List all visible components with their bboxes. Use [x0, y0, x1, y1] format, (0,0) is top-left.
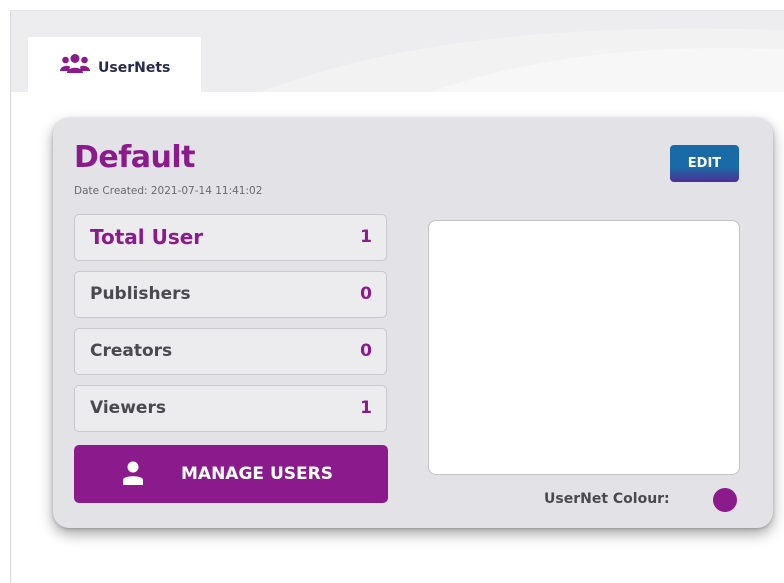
- stat-creators: Creators 0: [74, 328, 387, 375]
- usernet-preview-box: [428, 220, 740, 475]
- stat-total-user: Total User 1: [74, 214, 387, 261]
- stat-label: Publishers: [90, 284, 191, 304]
- user-icon: [123, 461, 143, 485]
- stat-value: 0: [360, 341, 372, 361]
- edit-button[interactable]: EDIT: [670, 145, 739, 182]
- stat-publishers: Publishers 0: [74, 271, 387, 318]
- stat-label: Total User: [90, 225, 204, 249]
- stat-label: Creators: [90, 341, 173, 361]
- tab-usernets-label: UserNets: [98, 60, 171, 76]
- usernet-card: Default Date Created: 2021-07-14 11:41:0…: [53, 118, 773, 528]
- tab-usernets[interactable]: UserNets: [28, 37, 201, 92]
- usernets-panel: UserNets Default Date Created: 2021-07-1…: [10, 10, 784, 583]
- tab-content: Default Date Created: 2021-07-14 11:41:0…: [11, 92, 784, 583]
- usernet-colour-swatch[interactable]: [713, 488, 737, 512]
- usernet-name: Default: [74, 140, 196, 175]
- stat-viewers: Viewers 1: [74, 385, 387, 432]
- date-created: Date Created: 2021-07-14 11:41:02: [74, 185, 263, 197]
- usernet-colour-label: UserNet Colour:: [544, 491, 670, 507]
- stat-value: 0: [360, 284, 372, 304]
- manage-users-label: MANAGE USERS: [181, 464, 333, 484]
- stat-value: 1: [360, 227, 372, 247]
- manage-users-button[interactable]: MANAGE USERS: [74, 445, 388, 503]
- stat-value: 1: [360, 398, 372, 418]
- users-group-icon: [60, 54, 90, 73]
- stat-label: Viewers: [90, 398, 166, 418]
